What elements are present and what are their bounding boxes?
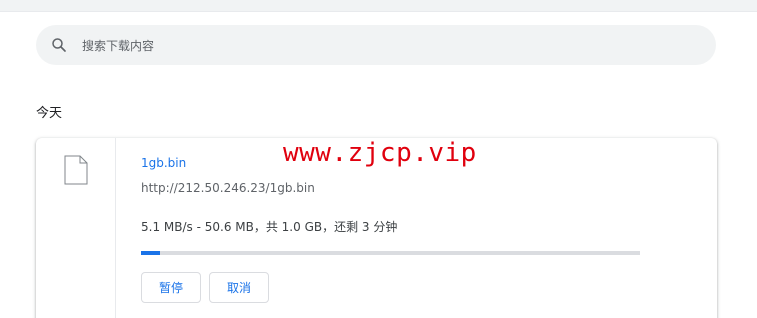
download-status: 5.1 MB/s - 50.6 MB，共 1.0 GB，还剩 3 分钟 (141, 220, 398, 234)
cancel-button[interactable]: 取消 (209, 272, 269, 303)
file-icon (64, 155, 88, 185)
file-icon-column (36, 138, 116, 318)
progress-bar-fill (141, 251, 160, 255)
pause-button[interactable]: 暂停 (141, 272, 201, 303)
top-strip (0, 0, 757, 12)
search-input[interactable]: 搜索下载内容 (82, 37, 154, 54)
progress-bar (141, 251, 640, 255)
search-bar[interactable]: 搜索下载内容 (36, 25, 716, 65)
watermark-text: www.zjcp.vip (283, 138, 477, 168)
search-icon (52, 38, 66, 52)
source-url: http://212.50.246.23/1gb.bin (141, 181, 315, 195)
date-section-header: 今天 (36, 106, 63, 121)
file-name-link[interactable]: 1gb.bin (141, 156, 186, 170)
